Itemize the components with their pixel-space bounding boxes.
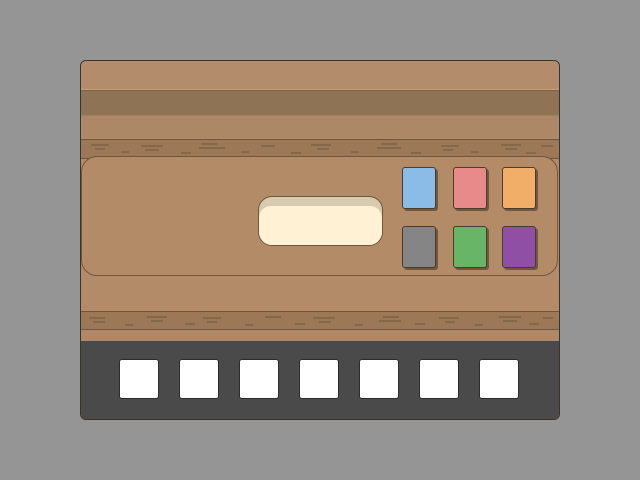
- color-button-gray[interactable]: [402, 226, 436, 268]
- slot-3[interactable]: [239, 359, 279, 399]
- slot-4[interactable]: [299, 359, 339, 399]
- cabinet-top-band: [81, 61, 559, 90]
- wood-grain-strip-bottom: [81, 311, 559, 331]
- slot-1[interactable]: [119, 359, 159, 399]
- cabinet-upper-body: [81, 116, 559, 138]
- cabinet-rail: [81, 90, 559, 116]
- color-button-orange[interactable]: [502, 167, 536, 209]
- slot-2[interactable]: [179, 359, 219, 399]
- slot-6[interactable]: [419, 359, 459, 399]
- game-cabinet: [80, 60, 560, 420]
- slot-7[interactable]: [479, 359, 519, 399]
- slot-tray: [81, 341, 559, 419]
- color-button-purple[interactable]: [502, 226, 536, 268]
- color-button-blue[interactable]: [402, 167, 436, 209]
- color-button-green[interactable]: [453, 226, 487, 268]
- answer-display-screen: [259, 206, 382, 245]
- answer-display: [258, 196, 383, 246]
- color-button-pink[interactable]: [453, 167, 487, 209]
- slot-5[interactable]: [359, 359, 399, 399]
